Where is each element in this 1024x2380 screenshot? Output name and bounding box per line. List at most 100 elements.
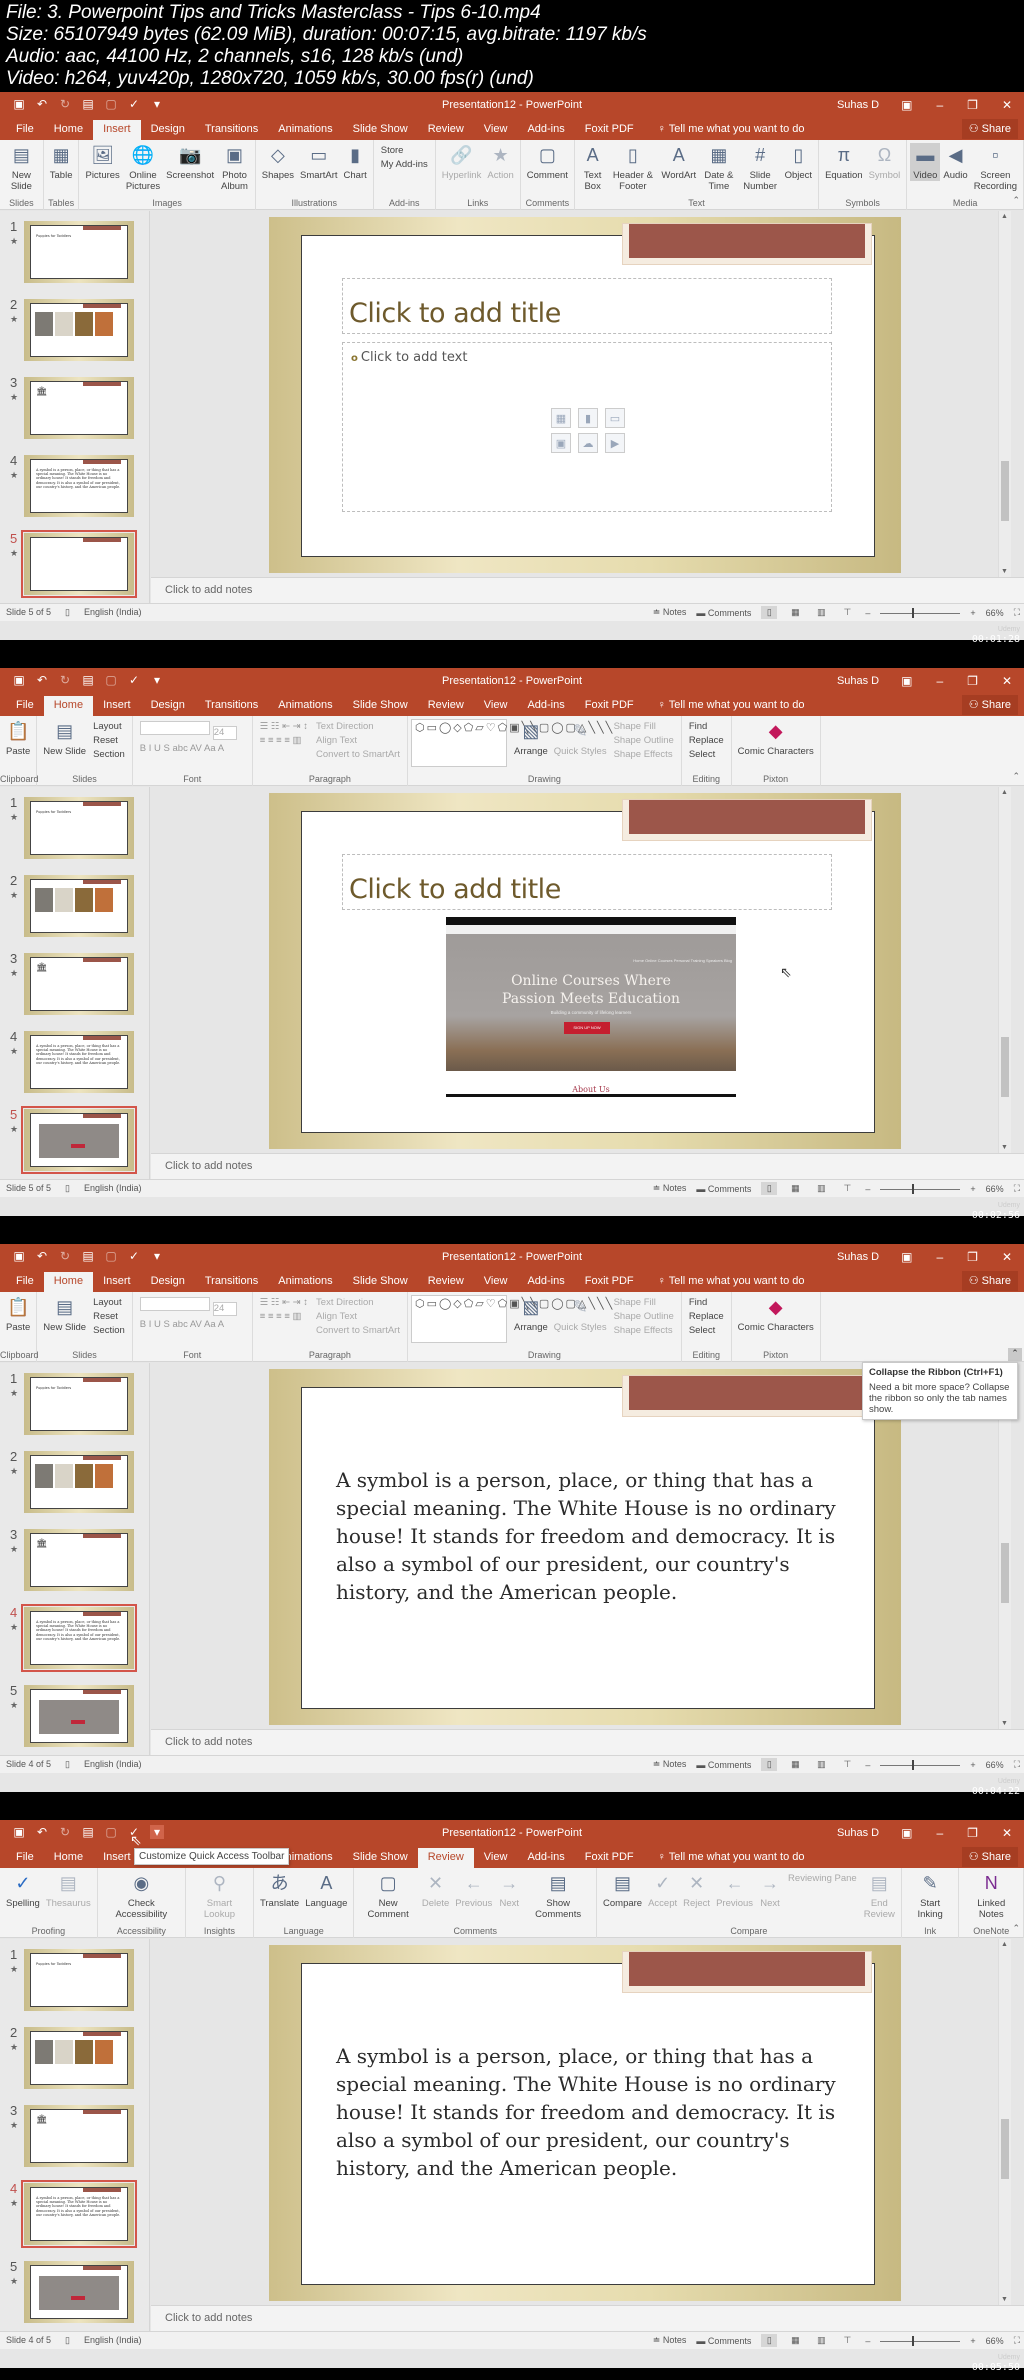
linked-notes-button[interactable]: N Linked Notes xyxy=(962,1871,1020,1921)
tab-animations[interactable]: Animations xyxy=(268,696,342,716)
user-name[interactable]: Suhas D xyxy=(825,675,889,687)
minimize-icon[interactable]: – xyxy=(924,674,955,688)
zoom-in-icon[interactable]: + xyxy=(970,1184,975,1194)
insert-video-icon[interactable]: ▶ xyxy=(605,433,625,453)
slide-thumbnail-2[interactable]: 2 ★ xyxy=(0,1449,150,1515)
tab-slide-show[interactable]: Slide Show xyxy=(343,1272,418,1292)
new-comment-button[interactable]: ▢ New Comment xyxy=(357,1871,418,1921)
zoom-out-icon[interactable]: – xyxy=(865,1184,870,1194)
tab-review[interactable]: Review xyxy=(417,1848,474,1868)
slide-sorter-icon[interactable]: ▦ xyxy=(787,606,803,619)
slide-thumbnail-image[interactable] xyxy=(24,875,134,937)
section-button[interactable]: Section xyxy=(93,749,125,760)
hyperlink-button[interactable]: 🔗 Hyperlink xyxy=(439,143,485,182)
slide-thumbnail-image[interactable] xyxy=(24,299,134,361)
wordart-button[interactable]: A WordArt xyxy=(658,143,699,182)
comments-toggle[interactable]: ▬ Comments xyxy=(696,608,751,618)
normal-view-icon[interactable]: ▯ xyxy=(761,2334,778,2347)
insert-chart-icon[interactable]: ▮ xyxy=(578,408,598,428)
chart-button[interactable]: ▮ Chart xyxy=(341,143,370,182)
title-placeholder[interactable]: Click to add title xyxy=(342,854,832,910)
spell-check-icon[interactable]: ▯ xyxy=(65,607,70,618)
slide-thumbnail-5[interactable]: 5 ★ xyxy=(0,530,150,598)
zoom-in-icon[interactable]: + xyxy=(970,608,975,618)
layout-button[interactable]: Layout xyxy=(93,721,125,732)
vertical-scrollbar[interactable]: ▲▼ xyxy=(998,1939,1011,2305)
close-icon[interactable]: ✕ xyxy=(990,1826,1024,1840)
reading-view-icon[interactable]: ▥ xyxy=(813,1182,829,1195)
quick-styles-button[interactable]: ✎ Quick Styles xyxy=(551,1295,610,1334)
scrollbar-thumb[interactable] xyxy=(1001,2119,1009,2179)
tab-add-ins[interactable]: Add-ins xyxy=(517,120,574,140)
slide-thumbnail-image[interactable] xyxy=(21,1106,137,1174)
find-button[interactable]: Find xyxy=(689,721,724,732)
slide-sorter-icon[interactable]: ▦ xyxy=(787,1182,803,1195)
translate-button[interactable]: あ Translate xyxy=(257,1871,302,1910)
restore-icon[interactable]: ❐ xyxy=(955,98,990,112)
tell-me-search[interactable]: ♀ Tell me what you want to do xyxy=(644,120,815,140)
insert-smartart-icon[interactable]: ▭ xyxy=(605,408,625,428)
zoom-in-icon[interactable]: + xyxy=(970,1760,975,1770)
store-button[interactable]: Store xyxy=(381,145,428,156)
replace-button[interactable]: Replace xyxy=(689,1311,724,1322)
text-direction-button[interactable]: Text Direction xyxy=(316,1297,400,1308)
notes-toggle[interactable]: ≐ Notes xyxy=(653,1759,687,1770)
slide-number-button[interactable]: # Slide Number xyxy=(739,143,782,193)
layout-button[interactable]: Layout xyxy=(93,1297,125,1308)
slide-thumbnail-image[interactable] xyxy=(24,2027,134,2089)
symbol-button[interactable]: Ω Symbol xyxy=(866,143,904,182)
ribbon-display-options-icon[interactable]: ▣ xyxy=(889,1250,924,1264)
date-time-button[interactable]: ▦ Date & Time xyxy=(699,143,739,193)
close-icon[interactable]: ✕ xyxy=(990,1250,1024,1264)
convert-to-smartart-button[interactable]: Convert to SmartArt xyxy=(316,1325,400,1336)
tab-animations[interactable]: Animations xyxy=(268,1272,342,1292)
audio-button[interactable]: ◀ Audio xyxy=(940,143,970,182)
font-name-combo[interactable] xyxy=(139,1297,210,1311)
tab-file[interactable]: File xyxy=(6,120,44,140)
reset-button[interactable]: Reset xyxy=(93,735,125,746)
text-direction-button[interactable]: Text Direction xyxy=(316,721,400,732)
previous-button[interactable]: ← Previous xyxy=(452,1871,495,1910)
language-indicator[interactable]: English (India) xyxy=(84,607,142,618)
slide-thumbnail-image[interactable] xyxy=(24,1685,134,1747)
notes-pane[interactable]: Click to add notes xyxy=(151,2305,1024,2331)
equation-button[interactable]: π Equation xyxy=(822,143,866,182)
zoom-in-icon[interactable]: + xyxy=(970,2336,975,2346)
tab-add-ins[interactable]: Add-ins xyxy=(517,696,574,716)
ribbon-display-options-icon[interactable]: ▣ xyxy=(889,98,924,112)
shape-effects-button[interactable]: Shape Effects xyxy=(614,1325,674,1336)
user-name[interactable]: Suhas D xyxy=(825,99,889,111)
zoom-out-icon[interactable]: – xyxy=(865,1760,870,1770)
zoom-slider[interactable] xyxy=(880,1183,961,1194)
slide-thumbnail-image[interactable]: 🏛 xyxy=(24,377,134,439)
new-slide-button[interactable]: ▤ New Slide xyxy=(3,143,40,193)
tab-slide-show[interactable]: Slide Show xyxy=(343,696,418,716)
screen-recording-button[interactable]: ▫ Screen Recording xyxy=(971,143,1020,193)
tab-file[interactable]: File xyxy=(6,1272,44,1292)
font-name-combo[interactable] xyxy=(139,721,210,735)
language-indicator[interactable]: English (India) xyxy=(84,2335,142,2346)
language-indicator[interactable]: English (India) xyxy=(84,1183,142,1194)
scroll-up-icon[interactable]: ▲ xyxy=(1001,789,1008,796)
slide-thumbnail-3[interactable]: 3 ★ 🏛 xyxy=(0,375,150,441)
slide-thumbnail-4[interactable]: 4 ★ A symbol is a person, place, or thing … xyxy=(0,1029,150,1095)
current-slide[interactable]: A symbol is a person, place, or thing th… xyxy=(269,1369,901,1725)
start-inking-button[interactable]: ✎ Start Inking xyxy=(905,1871,956,1921)
pictures-button[interactable]: 🖼 Pictures xyxy=(82,143,122,182)
tell-me-search[interactable]: ♀ Tell me what you want to do xyxy=(644,696,815,716)
tab-design[interactable]: Design xyxy=(141,120,195,140)
slide-thumbnail-image[interactable]: 🏛 xyxy=(24,1529,134,1591)
vertical-scrollbar[interactable]: ▲▼ xyxy=(998,787,1011,1153)
comments-toggle[interactable]: ▬ Comments xyxy=(696,1760,751,1770)
slide-thumbnail-5[interactable]: 5 ★ xyxy=(0,2259,150,2325)
language-button[interactable]: A Language xyxy=(302,1871,350,1910)
screenshot-button[interactable]: 📷 Screenshot xyxy=(163,143,217,182)
arrange-button[interactable]: ▧ Arrange xyxy=(511,719,551,758)
tab-home[interactable]: Home xyxy=(44,120,93,140)
font-size-combo[interactable]: 24 xyxy=(212,1302,237,1316)
shapes-button[interactable]: ◇ Shapes xyxy=(259,143,297,182)
slide-thumbnail-1[interactable]: 1 ★ Puppies for Toddlers xyxy=(0,1371,150,1437)
minimize-icon[interactable]: – xyxy=(924,98,955,112)
accept-button[interactable]: ✓ Accept xyxy=(645,1871,680,1910)
zoom-level[interactable]: 66% xyxy=(986,1760,1004,1770)
